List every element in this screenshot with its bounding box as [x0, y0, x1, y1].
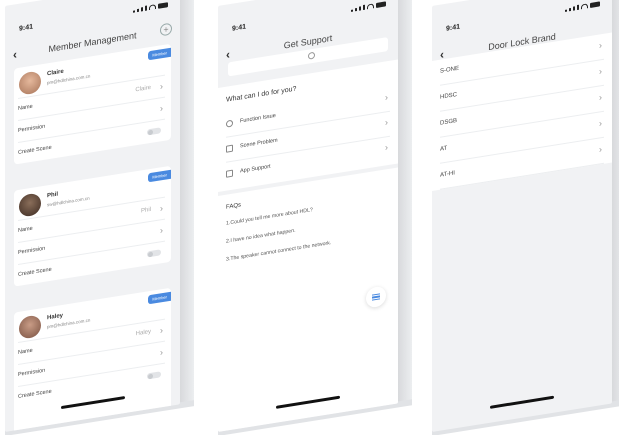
chevron-right-icon: ›	[385, 142, 388, 153]
avatar	[19, 192, 41, 218]
member-badge: Member	[148, 291, 171, 305]
create-scene-toggle[interactable]	[147, 371, 161, 380]
member-card: Phil sw@hdlchina.com.cn Member Name Phil…	[14, 165, 171, 287]
faq-item[interactable]: 3.The speaker cannot connect to the netw…	[226, 240, 331, 263]
status-time: 9:41	[232, 23, 247, 33]
status-time: 9:41	[19, 23, 34, 33]
chevron-right-icon: ›	[599, 118, 602, 129]
member-badge: Member	[148, 47, 171, 61]
scene-icon	[226, 144, 233, 153]
chevron-right-icon: ›	[599, 92, 602, 103]
status-time: 9:41	[446, 23, 461, 33]
battery-icon	[376, 1, 386, 8]
wifi-icon	[367, 3, 374, 10]
member-name: Phil	[47, 191, 59, 200]
signal-icon	[351, 9, 353, 12]
search-icon	[308, 51, 315, 60]
signal-icon	[133, 10, 135, 13]
chevron-right-icon: ›	[160, 102, 163, 114]
phone-door-lock-brand: 9:41 ‹ Door Lock Brand S-ONE › HDSC › DS…	[432, 0, 619, 435]
avatar	[19, 70, 41, 96]
member-badge: Member	[148, 169, 171, 183]
chevron-right-icon: ›	[160, 202, 163, 214]
app-icon	[226, 169, 233, 178]
home-indicator[interactable]	[490, 395, 554, 409]
brand-list: S-ONE › HDSC › DSGB › AT › AT-HI ›	[432, 32, 612, 191]
menu-fab-button[interactable]	[366, 285, 386, 309]
member-name: Claire	[47, 68, 64, 78]
chevron-right-icon: ›	[599, 66, 602, 77]
home-indicator[interactable]	[276, 395, 340, 409]
member-name: Haley	[47, 312, 64, 322]
faq-item[interactable]: 1.Could you tell me more about HDL?	[226, 207, 313, 227]
signal-icon	[565, 9, 567, 12]
wifi-icon	[581, 3, 588, 10]
menu-icon	[372, 293, 380, 301]
faqs-title: FAQs	[226, 202, 242, 211]
phone-get-support: 9:41 ‹ Get Support What can I do for you	[218, 0, 412, 435]
support-question: What can I do for you?	[226, 85, 297, 104]
create-scene-toggle[interactable]	[147, 249, 161, 258]
help-circle-icon	[226, 119, 233, 128]
member-card: Claire pm@hdlchina.com.cn Member Name Cl…	[14, 43, 171, 165]
chevron-right-icon: ›	[160, 346, 163, 358]
avatar	[19, 314, 41, 340]
chevron-right-icon: ›	[385, 92, 388, 103]
phone-member-management: 9:41 ‹ Member Management + Claire pm@hdl…	[5, 0, 194, 435]
battery-icon	[158, 2, 168, 9]
wifi-icon	[149, 4, 156, 11]
chevron-right-icon: ›	[160, 224, 163, 236]
create-scene-toggle[interactable]	[147, 127, 161, 136]
battery-icon	[590, 1, 600, 8]
chevron-right-icon: ›	[160, 324, 163, 336]
faq-item[interactable]: 2.I have no idea what happen.	[226, 228, 296, 245]
chevron-right-icon: ›	[385, 117, 388, 128]
chevron-right-icon: ›	[160, 80, 163, 92]
mockup-canvas: 9:41 ‹ Member Management + Claire pm@hdl…	[0, 0, 619, 435]
chevron-right-icon: ›	[599, 40, 602, 51]
faqs-section: FAQs 1.Could you tell me more about HDL?…	[218, 167, 398, 432]
chevron-right-icon: ›	[599, 144, 602, 155]
